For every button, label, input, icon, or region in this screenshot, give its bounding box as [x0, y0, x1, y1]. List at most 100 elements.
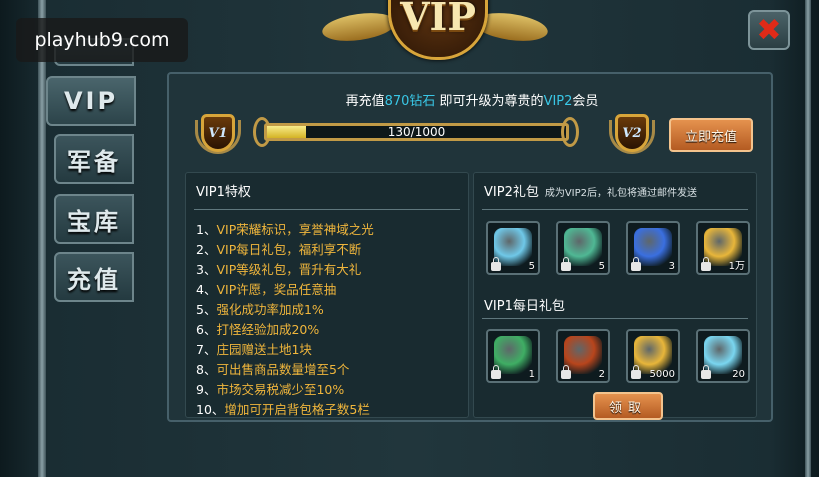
privilege-item: 8、可出售商品数量增至5个: [196, 359, 349, 378]
gift-item-slot[interactable]: 5000: [626, 329, 680, 383]
progress-cap-right: [561, 117, 579, 147]
next-level-badge: V2: [609, 110, 655, 156]
close-icon: ✖: [756, 12, 782, 48]
crest-wing-left: [320, 8, 398, 46]
privilege-item: 4、VIP许愿，奖品任意抽: [196, 279, 336, 298]
privilege-number: 5、: [196, 302, 217, 317]
frame-border-right: [805, 0, 811, 477]
privilege-text: 增加可开启背包格子数5栏: [224, 402, 370, 417]
vip2-gift-note: 成为VIP2后，礼包将通过邮件发送: [544, 188, 698, 199]
shield-icon: V1: [201, 114, 235, 152]
privilege-text: 强化成功率加成1%: [216, 302, 324, 317]
vip-panel: 再充值870钻石 即可升级为尊贵的VIP2会员 V1 130/1000 V2 立…: [167, 72, 773, 422]
upgrade-message: 再充值870钻石 即可升级为尊贵的VIP2会员: [169, 90, 775, 109]
lock-icon: [701, 365, 711, 379]
tab-armory[interactable]: 军备: [54, 134, 134, 184]
privilege-item: 10、增加可开启背包格子数5栏: [196, 399, 370, 418]
vip1-daily-title: VIP1每日礼包: [484, 299, 565, 314]
claim-button[interactable]: 领取: [593, 392, 663, 420]
gift-item-slot[interactable]: 5: [486, 221, 540, 275]
privilege-text: 每日礼包，福利享不断: [236, 242, 362, 257]
privilege-number: 1、: [196, 222, 217, 237]
gift-item-slot[interactable]: 5: [556, 221, 610, 275]
privilege-number: 9、: [196, 382, 217, 397]
privilege-item: 1、VIP荣耀标识，享誉神域之光: [196, 219, 374, 238]
tab-treasury[interactable]: 宝库: [54, 194, 134, 244]
privilege-text: 可出售商品数量增至5个: [216, 362, 350, 377]
upgrade-prefix: 再充值: [345, 94, 385, 109]
item-quantity: 5: [528, 261, 535, 272]
privilege-item: 2、VIP每日礼包，福利享不断: [196, 239, 361, 258]
privilege-text: 市场交易税减少至10%: [216, 382, 345, 397]
item-quantity: 5000: [649, 369, 675, 380]
close-button[interactable]: ✖: [748, 10, 790, 50]
privilege-highlight: VIP: [216, 242, 237, 257]
privilege-number: 3、: [196, 262, 217, 277]
item-quantity: 3: [668, 261, 675, 272]
gift-item-slot[interactable]: 1: [486, 329, 540, 383]
divider: [194, 209, 460, 210]
privilege-highlight: VIP: [216, 282, 237, 297]
lock-icon: [631, 365, 641, 379]
green-rune-icon: [564, 228, 602, 266]
vip2-gift-header: VIP2礼包 成为VIP2后，礼包将通过邮件发送: [484, 181, 697, 200]
item-quantity: 1: [528, 369, 535, 380]
frame-border-left: [38, 0, 46, 477]
lock-icon: [491, 257, 501, 271]
item-quantity: 1万: [728, 261, 745, 272]
privilege-item: 7、庄园赠送土地1块: [196, 339, 312, 358]
vip2-gift-title: VIP2礼包: [484, 185, 539, 200]
privilege-text: 许愿，奖品任意抽: [236, 282, 337, 297]
privilege-item: 5、强化成功率加成1%: [196, 299, 324, 318]
watermark: playhub9.com: [16, 18, 188, 62]
item-quantity: 5: [598, 261, 605, 272]
divider: [482, 318, 748, 319]
upgrade-middle: 即可升级为尊贵的: [435, 94, 544, 109]
lock-icon: [631, 257, 641, 271]
privilege-item: 3、VIP等级礼包，晋升有大礼: [196, 259, 361, 278]
shield-icon: V2: [615, 114, 649, 152]
divider: [482, 209, 748, 210]
vip-crest: VIP: [318, 0, 550, 64]
gift-item-slot[interactable]: 1万: [696, 221, 750, 275]
privilege-number: 7、: [196, 342, 217, 357]
privilege-text: 等级礼包，晋升有大礼: [236, 262, 362, 277]
privilege-text: 荣耀标识，享誉神域之光: [236, 222, 374, 237]
lock-icon: [701, 257, 711, 271]
privilege-number: 4、: [196, 282, 217, 297]
gifts-box: VIP2礼包 成为VIP2后，礼包将通过邮件发送 5 5 3 1万 VIP1每日礼包 1…: [473, 172, 757, 418]
upgrade-target: VIP2: [543, 94, 573, 109]
vip-emblem-icon: [564, 336, 602, 374]
blue-star-gem-icon: [634, 228, 672, 266]
blue-crystal-icon: [494, 228, 532, 266]
item-quantity: 2: [598, 369, 605, 380]
privilege-item: 6、打怪经验加成20%: [196, 319, 319, 338]
privilege-number: 6、: [196, 322, 217, 337]
privileges-title: VIP1特权: [196, 185, 251, 200]
privilege-number: 2、: [196, 242, 217, 257]
privilege-item: 9、市场交易税减少至10%: [196, 379, 344, 398]
upgrade-suffix: 会员: [572, 94, 599, 109]
recharge-now-button[interactable]: 立即充值: [669, 118, 753, 152]
crest-title: VIP: [400, 0, 476, 39]
reward-scroll-icon: [494, 336, 532, 374]
privilege-text: 打怪经验加成20%: [216, 322, 320, 337]
lock-icon: [491, 365, 501, 379]
progress-text: 130/1000: [387, 125, 446, 139]
current-level-badge: V1: [195, 110, 241, 156]
privilege-number: 8、: [196, 362, 217, 377]
tab-recharge[interactable]: 充值: [54, 252, 134, 302]
gift-item-slot[interactable]: 3: [626, 221, 680, 275]
upgrade-amount: 870钻石: [384, 94, 436, 109]
tab-vip[interactable]: VIP: [46, 76, 136, 126]
item-quantity: 20: [732, 369, 745, 380]
lock-icon: [561, 365, 571, 379]
privilege-highlight: VIP: [216, 222, 237, 237]
lock-icon: [561, 257, 571, 271]
gift-item-slot[interactable]: 2: [556, 329, 610, 383]
gift-item-slot[interactable]: 20: [696, 329, 750, 383]
privilege-highlight: VIP: [216, 262, 237, 277]
privileges-box: VIP1特权 1、VIP荣耀标识，享誉神域之光 2、VIP每日礼包，福利享不断 3、…: [185, 172, 469, 418]
privilege-number: 10、: [196, 402, 225, 417]
progress-bar: 130/1000: [264, 123, 569, 141]
